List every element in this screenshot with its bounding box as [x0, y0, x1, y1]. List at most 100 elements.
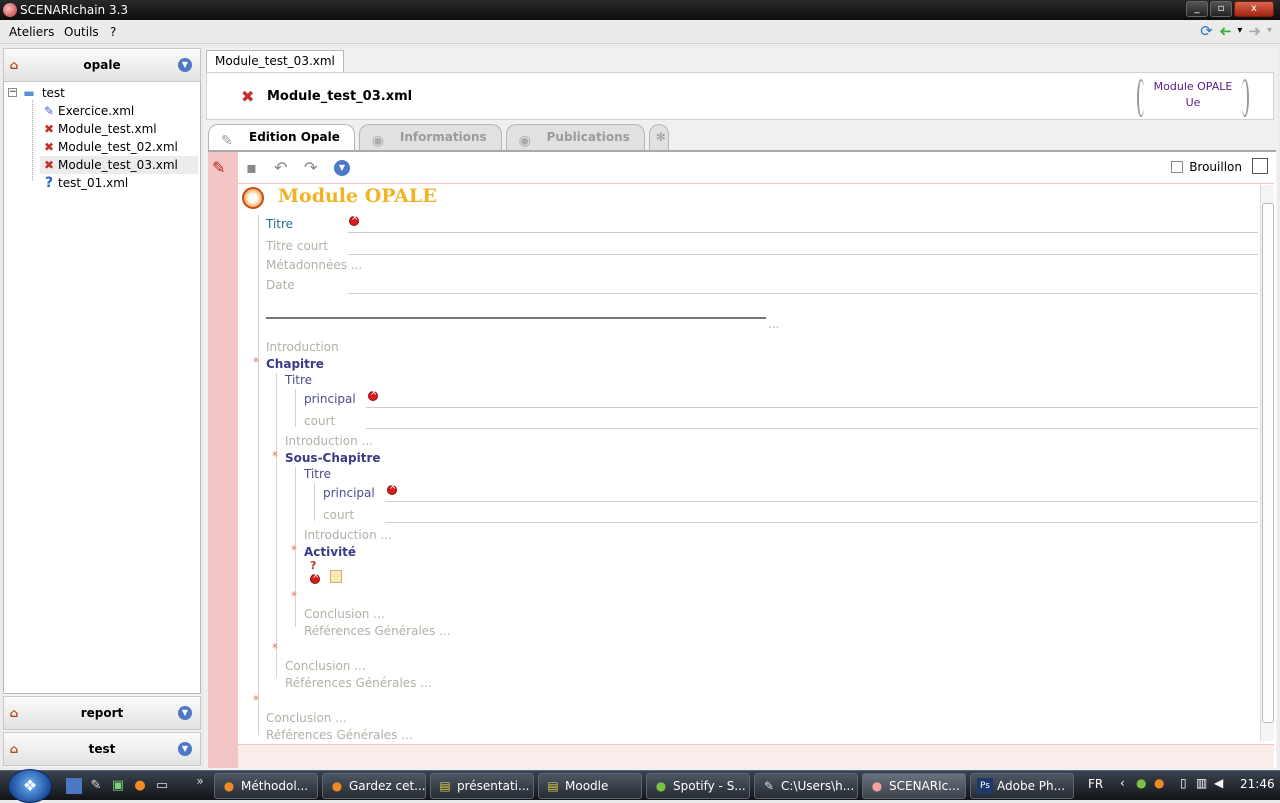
undo-icon[interactable]: ↶	[274, 158, 287, 177]
task-scenari[interactable]: ● SCENARIc...	[862, 773, 966, 799]
back-dropdown-icon[interactable]: ▾	[1237, 22, 1242, 40]
chevron-down-icon[interactable]: ▼	[178, 742, 192, 756]
language-indicator[interactable]: FR	[1088, 777, 1103, 791]
tree-collapse-toggle[interactable]: −	[8, 88, 17, 97]
tree-folder-test[interactable]: ▬ test	[20, 84, 65, 102]
task-gardez[interactable]: ● Gardez cet...	[322, 773, 426, 799]
metadonnees-label[interactable]: Métadonnées ...	[266, 258, 362, 272]
chevron-down-icon[interactable]: ▼	[178, 706, 192, 720]
star-marker[interactable]: *	[291, 543, 297, 557]
separator-ellipsis[interactable]: ...	[768, 317, 779, 331]
tab-publications[interactable]: ◉ Publications	[505, 124, 645, 150]
tree-item-module-test-02[interactable]: ✖ Module_test_02.xml	[40, 138, 178, 156]
star-marker[interactable]: *	[253, 355, 259, 369]
task-presentation[interactable]: ▤ présentati...	[430, 773, 534, 799]
sous-chapitre-references-label[interactable]: Références Générales ...	[304, 624, 451, 638]
module-conclusion-label[interactable]: Conclusion ...	[266, 711, 347, 725]
panel-header-report[interactable]: ⌂ report ▼	[3, 696, 201, 730]
date-field[interactable]	[348, 293, 1258, 294]
tray-device-icon[interactable]: ▯	[1180, 776, 1187, 790]
menu-ateliers[interactable]: Ateliers	[9, 25, 54, 39]
forward-dropdown-icon[interactable]: ▾	[1267, 22, 1272, 40]
error-document-icon: ✖	[241, 87, 255, 106]
start-button[interactable]: ❖	[8, 769, 52, 803]
maximize-button[interactable]: ▫	[1210, 1, 1232, 17]
chevron-down-icon[interactable]: ▼	[178, 58, 192, 72]
task-label: Adobe Ph...	[997, 779, 1066, 793]
tree-item-label: test_01.xml	[58, 176, 129, 190]
star-marker[interactable]: *	[253, 693, 259, 707]
minimize-button[interactable]: _	[1186, 1, 1208, 17]
tab-settings[interactable]: ✻	[648, 124, 669, 150]
module-references-label[interactable]: Références Générales ...	[266, 728, 413, 741]
task-photoshop[interactable]: Ps Adobe Ph...	[970, 773, 1074, 799]
sous-chapitre-conclusion-label[interactable]: Conclusion ...	[304, 607, 385, 621]
menu-outils[interactable]: Outils	[64, 25, 99, 39]
panel-header-opale[interactable]: ⌂ opale ▼	[3, 48, 201, 82]
document-header: ✖ Module_test_03.xml Module OPALE Ue	[206, 72, 1274, 120]
tray-app-icon[interactable]: ●	[1154, 776, 1164, 790]
titre-court-field[interactable]	[348, 254, 1258, 255]
tab-edition-opale[interactable]: ✎ Edition Opale	[208, 124, 355, 150]
task-methodol[interactable]: ● Méthodol...	[214, 773, 318, 799]
tray-expand-icon[interactable]: ‹	[1120, 776, 1125, 790]
module-badge: Module OPALE Ue	[1137, 79, 1249, 117]
star-marker[interactable]: *	[272, 449, 278, 463]
network-icon[interactable]: ▥	[1196, 776, 1207, 790]
sous-chapitre-titre-label: Titre	[304, 467, 332, 481]
refresh-icon[interactable]: ⟳	[1200, 22, 1213, 40]
sous-chapitre-introduction-label[interactable]: Introduction ...	[304, 528, 392, 542]
panel-header-test[interactable]: ⌂ test ▼	[3, 732, 201, 766]
tree-item-label: Exercice.xml	[58, 104, 135, 118]
chapitre-introduction-label[interactable]: Introduction ...	[285, 434, 373, 448]
star-marker[interactable]: *	[291, 589, 297, 603]
task-explorer[interactable]: ✎ C:\Users\h...	[754, 773, 858, 799]
tree-item-module-test-03[interactable]: ✖ Module_test_03.xml	[40, 156, 198, 174]
task-moodle[interactable]: ▤ Moodle	[538, 773, 642, 799]
separator-line	[266, 317, 766, 319]
clock[interactable]: 21:46	[1240, 777, 1275, 791]
taskbar-overflow[interactable]: »	[192, 773, 208, 789]
chevron-down-icon[interactable]: ▼	[334, 160, 350, 176]
court-field[interactable]	[366, 428, 1258, 429]
firefox-icon: ●	[223, 779, 235, 793]
show-desktop-icon[interactable]	[66, 778, 82, 794]
pencil-icon[interactable]: ✎	[212, 158, 225, 177]
chapitre-references-label[interactable]: Références Générales ...	[285, 676, 432, 690]
maximize-editor-button[interactable]	[1252, 158, 1268, 174]
principal-field[interactable]	[385, 501, 1258, 502]
close-button[interactable]: x	[1234, 1, 1274, 17]
star-marker[interactable]: *	[272, 641, 278, 655]
note-icon[interactable]	[330, 570, 342, 583]
tree-item-test-01[interactable]: ? test_01.xml	[40, 174, 128, 192]
house-icon: ⌂	[9, 706, 19, 720]
volume-icon[interactable]: ◀	[1214, 776, 1223, 790]
spotify-tray-icon[interactable]: ●	[1136, 776, 1146, 790]
tree-item-exercice[interactable]: ✎ Exercice.xml	[40, 102, 134, 120]
redo-icon[interactable]: ↷	[304, 158, 317, 177]
brouillon-checkbox[interactable]: Brouillon	[1171, 160, 1242, 174]
back-arrow-icon[interactable]: ➜	[1219, 22, 1232, 40]
titre-field[interactable]	[348, 232, 1258, 233]
gear-icon: ✻	[655, 130, 666, 144]
save-icon[interactable]: ▪	[246, 158, 257, 177]
court-label: court	[323, 508, 355, 522]
principal-field[interactable]	[366, 407, 1258, 408]
menu-help[interactable]: ?	[110, 25, 116, 39]
firefox-icon[interactable]: ●	[132, 778, 148, 794]
chapitre-conclusion-label[interactable]: Conclusion ...	[285, 659, 366, 673]
task-spotify[interactable]: ● Spotify - S...	[646, 773, 750, 799]
vertical-scrollbar[interactable]	[1260, 185, 1274, 741]
scrollbar-thumb[interactable]	[1262, 203, 1274, 723]
tab-informations[interactable]: ◉ Informations	[358, 124, 502, 150]
error-file-icon: ✖	[43, 122, 55, 136]
document-tab[interactable]: Module_test_03.xml	[206, 50, 344, 72]
checkbox-box[interactable]	[1171, 161, 1184, 173]
forward-arrow-icon[interactable]: ➜	[1248, 22, 1261, 40]
court-field[interactable]	[385, 522, 1258, 523]
terminal-icon[interactable]: ▣	[110, 778, 126, 794]
monitor-icon[interactable]: ▭	[154, 778, 170, 794]
tree-item-module-test[interactable]: ✖ Module_test.xml	[40, 120, 157, 138]
notepad-icon[interactable]: ✎	[88, 778, 104, 794]
introduction-label[interactable]: Introduction	[266, 340, 339, 354]
